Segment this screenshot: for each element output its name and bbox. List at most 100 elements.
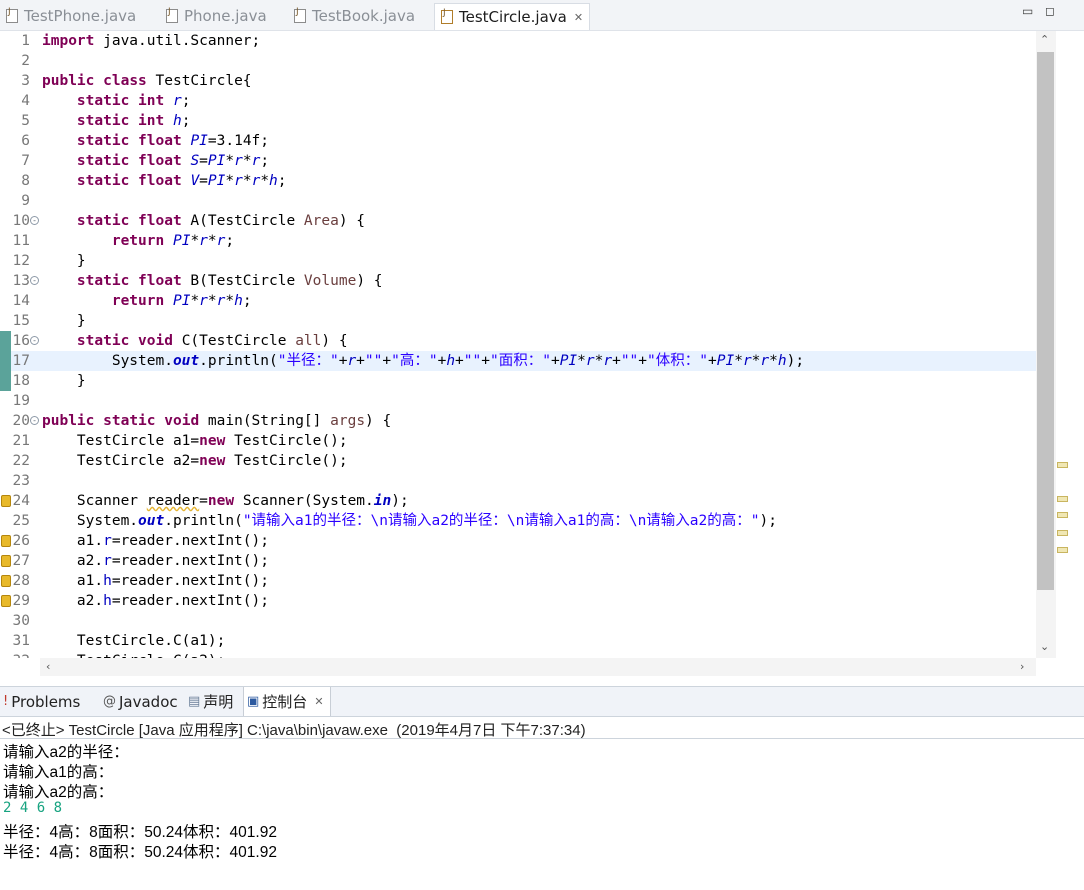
code-token: TestCircle a2= xyxy=(42,453,200,469)
fold-icon[interactable]: - xyxy=(30,216,39,225)
code-line[interactable]: 31 TestCircle.C(a1); xyxy=(0,631,1036,651)
fold-icon[interactable]: - xyxy=(30,416,39,425)
code-text: System.out.println("请输入a1的半径：\n请输入a2的半径：… xyxy=(42,511,777,531)
console-output-line: 半径：4高：8面积：50.24体积：401.92 xyxy=(3,844,277,861)
code-line[interactable]: 27 a2.r=reader.nextInt(); xyxy=(0,551,1036,571)
code-text: static float PI=3.14f; xyxy=(42,131,269,151)
scroll-up-icon[interactable]: ⌃ xyxy=(1040,33,1049,46)
code-line[interactable]: 13- static float B(TestCircle Volume) { xyxy=(0,271,1036,291)
code-line[interactable]: 16- static void C(TestCircle all) { xyxy=(0,331,1036,351)
close-icon[interactable]: ✕ xyxy=(314,695,323,708)
code-text: import java.util.Scanner; xyxy=(42,31,260,51)
code-token: "半径：" xyxy=(277,353,339,369)
code-token: + xyxy=(612,353,621,369)
code-token: r xyxy=(585,353,595,369)
overview-warning-marker[interactable] xyxy=(1057,530,1068,536)
code-token: r xyxy=(199,293,208,309)
tab-label: TestCircle.java xyxy=(459,8,567,26)
code-line[interactable]: 11 return PI*r*r; xyxy=(0,231,1036,251)
code-text: a2.r=reader.nextInt(); xyxy=(42,551,269,571)
tab-testphone[interactable]: TestPhone.java xyxy=(0,3,136,29)
tab-testcircle[interactable]: TestCircle.java ✕ xyxy=(434,3,591,30)
code-text: static float B(TestCircle Volume) { xyxy=(42,271,383,291)
code-text: } xyxy=(42,251,86,271)
scroll-left-icon[interactable]: ‹ xyxy=(46,660,50,673)
scroll-right-icon[interactable]: › xyxy=(1020,660,1024,673)
line-number: 13 xyxy=(12,273,30,289)
code-line[interactable]: 9 xyxy=(0,191,1036,211)
code-line[interactable]: 20- public static void main(String[] args… xyxy=(0,411,1036,431)
tab-phone[interactable]: Phone.java xyxy=(160,3,267,29)
code-token: + xyxy=(638,353,648,369)
code-line[interactable]: 30 xyxy=(0,611,1036,631)
code-line[interactable]: 24 Scanner reader=new Scanner(System.in)… xyxy=(0,491,1036,511)
code-line[interactable]: 6 static float PI=3.14f; xyxy=(0,131,1036,151)
code-line[interactable]: 25 System.out.println("请输入a1的半径：\n请输入a2的… xyxy=(0,511,1036,531)
code-text: a1.h=reader.nextInt(); xyxy=(42,571,269,591)
tab-console[interactable]: ▣ 控制台 ✕ xyxy=(243,687,331,716)
code-token: = xyxy=(199,173,208,189)
console-divider xyxy=(0,738,1084,739)
code-line[interactable]: 2 xyxy=(0,51,1036,71)
code-line[interactable]: 4 static int r; xyxy=(0,91,1036,111)
tab-javadoc[interactable]: @ Javadoc xyxy=(100,687,178,716)
fold-icon[interactable]: - xyxy=(30,336,39,345)
maximize-icon[interactable]: ◻ xyxy=(1045,4,1055,18)
code-line[interactable]: 1 import java.util.Scanner; xyxy=(0,31,1036,51)
javadoc-icon: @ xyxy=(103,694,116,709)
close-icon[interactable]: ✕ xyxy=(574,11,583,24)
overview-warning-marker[interactable] xyxy=(1057,496,1068,502)
overview-warning-marker[interactable] xyxy=(1057,462,1068,468)
code-line[interactable]: 19 xyxy=(0,391,1036,411)
code-token: static xyxy=(76,93,130,109)
code-line[interactable]: 7 static float S=PI*r*r; xyxy=(0,151,1036,171)
code-token: h xyxy=(234,293,243,309)
scroll-down-icon[interactable]: ⌄ xyxy=(1040,640,1049,653)
code-token: =reader.nextInt(); xyxy=(111,593,269,609)
code-line[interactable]: 3 public class TestCircle{ xyxy=(0,71,1036,91)
line-number: 14 xyxy=(12,293,30,309)
code-line[interactable]: 12 } xyxy=(0,251,1036,271)
minimize-icon[interactable]: ▭ xyxy=(1022,4,1033,18)
tab-testbook[interactable]: TestBook.java xyxy=(288,3,415,29)
tab-problems[interactable]: ! Problems xyxy=(0,687,80,716)
code-token: ; xyxy=(260,153,270,169)
code-token: .println( xyxy=(164,513,243,529)
code-line[interactable]: 26 a1.r=reader.nextInt(); xyxy=(0,531,1036,551)
line-number: 22 xyxy=(12,453,30,469)
vertical-scrollbar-thumb[interactable] xyxy=(1037,52,1054,590)
code-line[interactable]: 14 return PI*r*r*h; xyxy=(0,291,1036,311)
code-line[interactable]: 10- static float A(TestCircle Area) { xyxy=(0,211,1036,231)
code-token: class xyxy=(103,73,147,89)
tab-declaration[interactable]: ▤ 声明 xyxy=(185,687,233,716)
console-header: <已终止> TestCircle [Java 应用程序] C:\java\bin… xyxy=(2,722,586,739)
code-text: static float S=PI*r*r; xyxy=(42,151,269,171)
code-token: = xyxy=(199,493,208,509)
fold-icon[interactable]: - xyxy=(30,276,39,285)
code-line[interactable]: 21 TestCircle a1=new TestCircle(); xyxy=(0,431,1036,451)
code-token: A(TestCircle xyxy=(181,213,304,229)
horizontal-scrollbar[interactable] xyxy=(40,658,1036,676)
code-token: =reader.nextInt(); xyxy=(111,553,269,569)
code-editor[interactable]: 1 import java.util.Scanner; 2 3 public class… xyxy=(0,31,1036,658)
code-token: r xyxy=(760,353,770,369)
code-token: ; xyxy=(225,233,235,249)
code-line[interactable]: 8 static float V=PI*r*r*h; xyxy=(0,171,1036,191)
code-line[interactable]: 15 } xyxy=(0,311,1036,331)
code-token: ) { xyxy=(321,333,348,349)
code-line[interactable]: 18 } xyxy=(0,371,1036,391)
overview-warning-marker[interactable] xyxy=(1057,512,1068,518)
code-line[interactable]: 28 a1.h=reader.nextInt(); xyxy=(0,571,1036,591)
code-token: r xyxy=(251,153,261,169)
code-line[interactable]: 22 TestCircle a2=new TestCircle(); xyxy=(0,451,1036,471)
code-line[interactable]: 29 a2.h=reader.nextInt(); xyxy=(0,591,1036,611)
code-line[interactable]: 17 System.out.println("半径："+r+""+"高："+h+… xyxy=(0,351,1036,371)
overview-warning-marker[interactable] xyxy=(1057,547,1068,553)
code-line[interactable]: 5 static int h; xyxy=(0,111,1036,131)
code-line[interactable]: 32 TestCircle.C(a2); xyxy=(0,651,1036,658)
code-line[interactable]: 23 xyxy=(0,471,1036,491)
